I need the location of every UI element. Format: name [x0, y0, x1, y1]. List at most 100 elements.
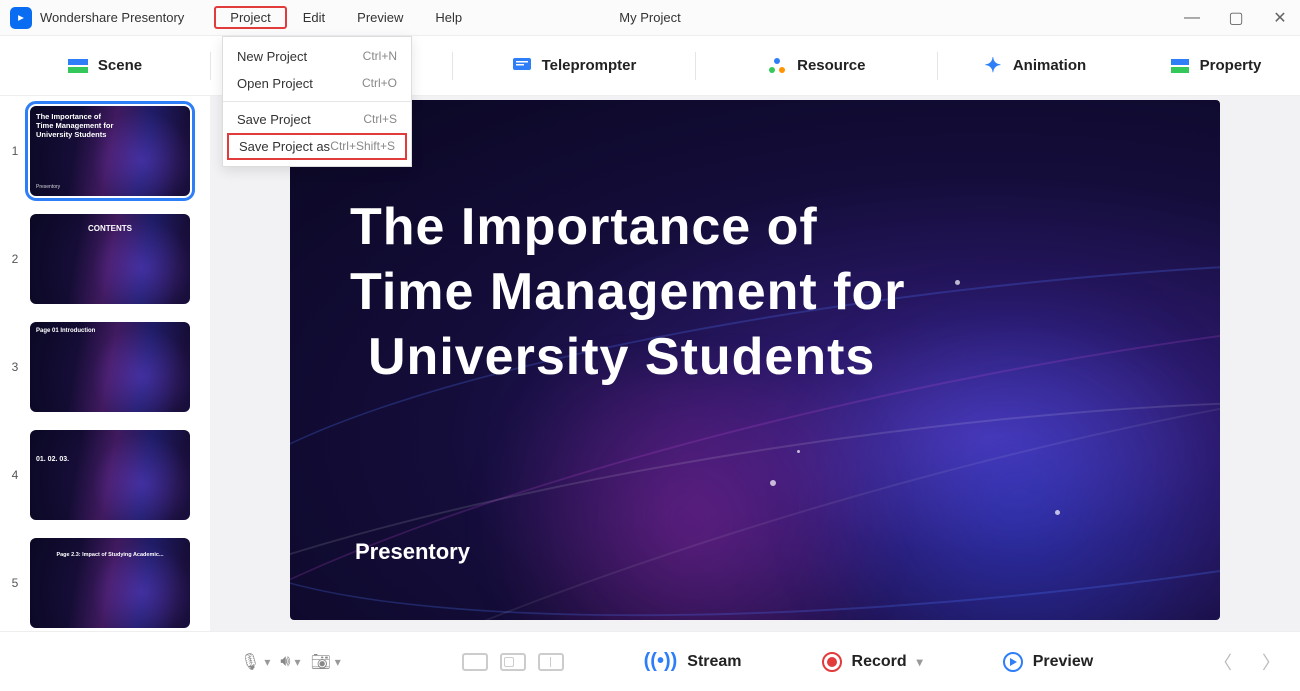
- thumb-row: 4 01. 02. 03.: [8, 430, 202, 520]
- menu-edit[interactable]: Edit: [287, 6, 341, 29]
- button-label: Record: [852, 653, 907, 671]
- thumb-number: 4: [8, 468, 22, 482]
- project-dropdown: New Project Ctrl+N Open Project Ctrl+O S…: [222, 36, 412, 167]
- tab-property[interactable]: Property: [1131, 56, 1300, 76]
- menu-new-project[interactable]: New Project Ctrl+N: [223, 43, 411, 70]
- tab-animation[interactable]: ✦ Animation: [938, 56, 1131, 76]
- menu-preview[interactable]: Preview: [341, 6, 419, 29]
- slide-thumb-5[interactable]: Page 2.3: Impact of Studying Academic...: [30, 538, 190, 628]
- layout-option-3[interactable]: [538, 653, 564, 671]
- thumb-title: Page 2.3: Impact of Studying Academic...: [36, 552, 184, 559]
- chevron-down-icon: ▾: [294, 655, 300, 669]
- menu-save-project-as[interactable]: Save Project as Ctrl+Shift+S: [227, 133, 407, 160]
- stream-button[interactable]: ((•)) Stream: [644, 650, 742, 673]
- thumb-sub: Presentory: [36, 184, 60, 190]
- menu-label: Save Project: [237, 112, 311, 127]
- main-area: 1 The Importance of Time Management for …: [0, 96, 1300, 631]
- scene-icon: [68, 56, 88, 76]
- menu-label: Save Project as: [239, 139, 330, 154]
- title-bar: Wondershare Presentory Project Edit Prev…: [0, 0, 1300, 36]
- canvas-area: The Importance of Time Management for Un…: [210, 96, 1300, 631]
- decor: [770, 480, 776, 486]
- prev-slide-button[interactable]: 〈: [1214, 649, 1232, 675]
- property-icon: [1170, 56, 1190, 76]
- thumb-title: 01. 02. 03.: [36, 456, 184, 464]
- camera-button[interactable]: 📷︎▾: [310, 652, 340, 672]
- decor: [1055, 510, 1060, 515]
- button-label: Stream: [687, 653, 741, 671]
- thumb-row: 2 CONTENTS: [8, 214, 202, 304]
- bottom-bar: 🎙︎▾ 🔊︎ ▾ 📷︎▾ ((•)) Stream Record ▾ Previe…: [0, 631, 1300, 691]
- tab-label: Animation: [1013, 57, 1086, 74]
- thumb-number: 1: [8, 144, 22, 158]
- menu-project[interactable]: Project: [214, 6, 286, 29]
- slide-nav: 〈 〉: [1214, 649, 1280, 675]
- close-icon[interactable]: ✕: [1270, 8, 1290, 28]
- thumb-row: 1 The Importance of Time Management for …: [8, 106, 202, 196]
- menu-help[interactable]: Help: [419, 6, 478, 29]
- menu-shortcut: Ctrl+Shift+S: [330, 139, 395, 154]
- tab-label: Resource: [797, 57, 865, 74]
- window-controls: — ▢ ✕: [1182, 8, 1290, 28]
- thumb-row: 3 Page 01 Introduction: [8, 322, 202, 412]
- record-button[interactable]: Record ▾: [822, 652, 923, 672]
- slide-title: The Importance of Time Management for Un…: [350, 195, 905, 390]
- chevron-down-icon[interactable]: ▾: [917, 655, 923, 669]
- stream-icon: ((•)): [644, 650, 678, 673]
- speaker-button[interactable]: 🔊︎ ▾: [280, 653, 300, 671]
- slide-title-line: Time Management for: [350, 260, 905, 325]
- thumb-row: 5 Page 2.3: Impact of Studying Academic.…: [8, 538, 202, 628]
- thumb-title: Page 01 Introduction: [36, 328, 184, 335]
- thumb-number: 2: [8, 252, 22, 266]
- bottom-center: ((•)) Stream Record ▾ Preview: [361, 650, 1194, 673]
- slide-thumb-2[interactable]: CONTENTS: [30, 214, 190, 304]
- slide-title-line: The Importance of: [350, 195, 905, 260]
- chevron-down-icon: ▾: [335, 655, 341, 669]
- next-slide-button[interactable]: 〉: [1262, 649, 1280, 675]
- thumb-title: CONTENTS: [36, 224, 184, 234]
- app-logo-icon: [10, 7, 32, 29]
- preview-button[interactable]: Preview: [1003, 652, 1093, 672]
- menu-open-project[interactable]: Open Project Ctrl+O: [223, 70, 411, 97]
- teleprompter-icon: [512, 56, 532, 76]
- thumb-number: 5: [8, 576, 22, 590]
- tab-resource[interactable]: Resource: [696, 56, 937, 76]
- button-label: Preview: [1033, 653, 1093, 671]
- slide-canvas[interactable]: The Importance of Time Management for Un…: [290, 100, 1220, 620]
- menu-shortcut: Ctrl+N: [363, 49, 397, 64]
- project-title: My Project: [619, 10, 680, 25]
- layout-option-2[interactable]: [500, 653, 526, 671]
- thumb-title: The Importance of Time Management for Un…: [36, 112, 184, 139]
- slide-thumb-1[interactable]: The Importance of Time Management for Un…: [30, 106, 190, 196]
- animation-icon: ✦: [983, 56, 1003, 76]
- menu-label: New Project: [237, 49, 307, 64]
- layout-switcher: [462, 653, 564, 671]
- tab-scene[interactable]: Scene: [0, 56, 210, 76]
- slide-brand: Presentory: [355, 539, 470, 565]
- minimize-icon[interactable]: —: [1182, 8, 1202, 28]
- menu-label: Open Project: [237, 76, 313, 91]
- tab-label: Scene: [98, 57, 142, 74]
- maximize-icon[interactable]: ▢: [1226, 8, 1246, 28]
- slide-title-line: University Students: [350, 325, 905, 390]
- menu-shortcut: Ctrl+O: [362, 76, 397, 91]
- menu-shortcut: Ctrl+S: [363, 112, 397, 127]
- app-title: Wondershare Presentory: [40, 10, 184, 25]
- thumb-number: 3: [8, 360, 22, 374]
- slide-thumb-4[interactable]: 01. 02. 03.: [30, 430, 190, 520]
- toolbar: Scene Aa Text Teleprompter Resource ✦ An…: [0, 36, 1300, 96]
- chevron-down-icon: ▾: [264, 655, 270, 669]
- slide-thumb-3[interactable]: Page 01 Introduction: [30, 322, 190, 412]
- menu-separator: [223, 101, 411, 102]
- decor: [797, 450, 800, 453]
- mic-button[interactable]: 🎙︎▾: [240, 652, 270, 672]
- resource-icon: [767, 56, 787, 76]
- decor: [955, 280, 960, 285]
- tab-teleprompter[interactable]: Teleprompter: [453, 56, 694, 76]
- record-icon: [822, 652, 842, 672]
- menu-save-project[interactable]: Save Project Ctrl+S: [223, 106, 411, 133]
- speaker-icon: 🔊︎: [280, 653, 290, 671]
- slide-thumbnails[interactable]: 1 The Importance of Time Management for …: [0, 96, 210, 631]
- layout-option-1[interactable]: [462, 653, 488, 671]
- tab-label: Property: [1200, 57, 1262, 74]
